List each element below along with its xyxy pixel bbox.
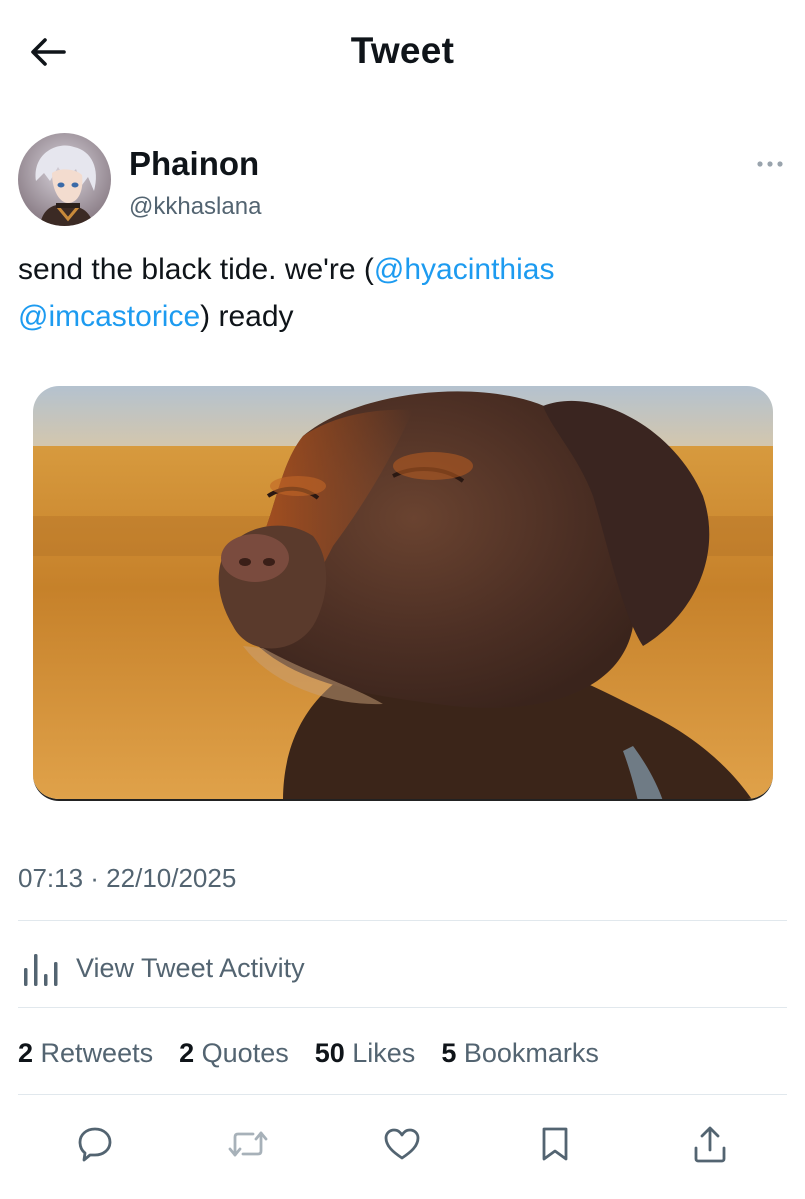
tweet-text: send the black tide. we're (@hyacinthias… [18, 246, 778, 340]
retweet-icon [228, 1131, 268, 1157]
heart-icon [384, 1128, 420, 1160]
top-bar: Tweet [0, 0, 805, 110]
bookmark-button[interactable] [533, 1122, 577, 1166]
tweet-timestamp: 07:13 · 22/10/2025 [18, 863, 237, 893]
tweet-text-part: send the black tide. we're ( [18, 253, 374, 286]
divider [18, 920, 787, 921]
avatar[interactable] [18, 133, 111, 226]
divider [18, 1094, 787, 1095]
mention-link[interactable]: @hyacinthias [374, 253, 555, 286]
likes-count[interactable]: 50 Likes [315, 1038, 416, 1069]
retweets-count[interactable]: 2 Retweets [18, 1038, 153, 1069]
view-tweet-activity-link[interactable]: View Tweet Activity [18, 938, 788, 998]
divider [18, 1007, 787, 1008]
page-title: Tweet [350, 30, 455, 71]
bar-chart-icon [24, 954, 58, 986]
tweet-actions [0, 1110, 805, 1180]
share-icon [694, 1126, 726, 1163]
like-button[interactable] [380, 1122, 424, 1166]
retweet-button[interactable] [226, 1122, 270, 1166]
mention-link[interactable]: @imcastorice [18, 300, 200, 333]
tweet-image[interactable] [33, 386, 773, 801]
share-button[interactable] [688, 1122, 732, 1166]
reply-button[interactable] [73, 1122, 117, 1166]
engagement-stats: 2 Retweets 2 Quotes 50 Likes 5 Bookmarks [18, 1033, 625, 1073]
bookmark-icon [542, 1127, 568, 1161]
reply-icon [78, 1127, 112, 1162]
bookmarks-count[interactable]: 5 Bookmarks [441, 1038, 599, 1069]
tweet-author: Phainon @kkhaslana [18, 133, 788, 229]
tweet-text-part: ) ready [200, 300, 294, 333]
more-options-button[interactable] [752, 153, 788, 175]
more-horizontal-icon [757, 161, 783, 167]
author-handle[interactable]: @kkhaslana [129, 193, 261, 221]
author-display-name[interactable]: Phainon [129, 145, 259, 183]
quotes-count[interactable]: 2 Quotes [179, 1038, 289, 1069]
activity-label: View Tweet Activity [76, 952, 305, 983]
